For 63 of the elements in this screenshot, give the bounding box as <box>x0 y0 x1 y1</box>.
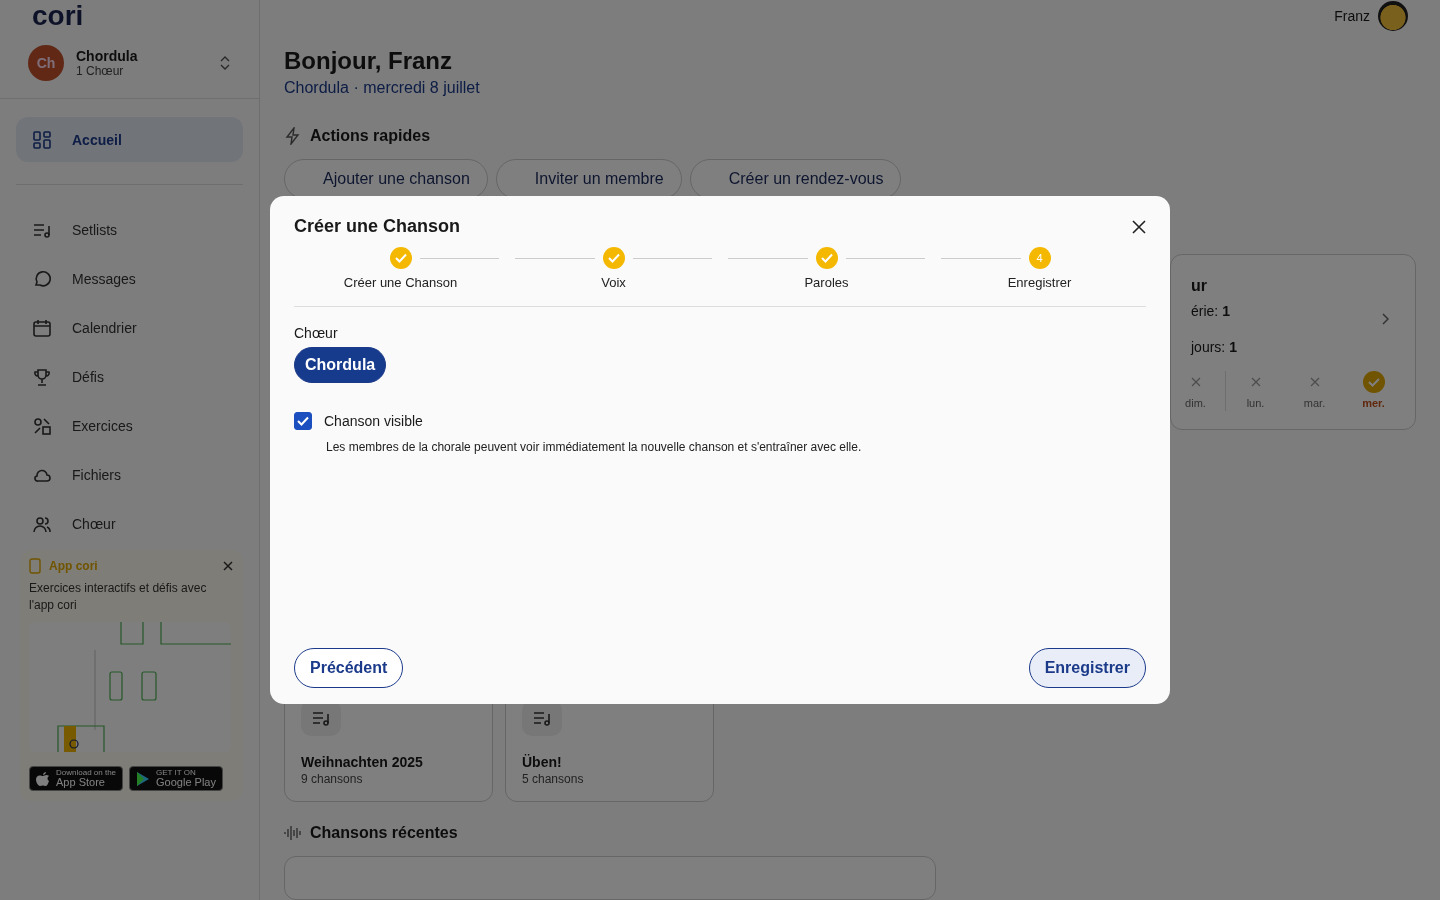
checkbox-label: Chanson visible <box>324 413 423 429</box>
choir-count: 1 Chœur <box>76 64 125 78</box>
google-play-badge[interactable]: GET IT ON Google Play <box>129 766 223 791</box>
streak-card[interactable]: ur érie: 1 jours: 1 dim. lun. mar. mer. <box>1170 253 1416 430</box>
trophy-icon <box>32 366 52 387</box>
checkbox[interactable] <box>294 412 312 430</box>
streak-stat: jours: 1 <box>1191 338 1237 357</box>
checkbox-description: Les membres de la chorale peuvent voir immédiatement la nouvelle chanson et s'entraîner avec elle. <box>326 440 863 454</box>
chat-bubble-icon <box>32 268 52 289</box>
day-label: dim. <box>1185 396 1206 409</box>
nav-item[interactable]: Messages <box>16 256 243 301</box>
day-label: mar. <box>1303 396 1326 409</box>
step-label: Créer une Chanson <box>343 275 458 290</box>
streak-stat: érie: 1 <box>1191 302 1230 321</box>
promo-title: App cori <box>49 559 99 573</box>
day-label: lun. <box>1246 396 1265 409</box>
close-icon[interactable] <box>1132 219 1146 234</box>
step-indicator: 4 <box>1028 247 1051 269</box>
avatar[interactable] <box>1378 1 1408 32</box>
field-label: Chœur <box>294 325 339 341</box>
quick-action-button[interactable]: Inviter un membre <box>495 158 682 199</box>
choir-chip[interactable]: Chordula <box>294 347 387 383</box>
greeting-subtitle: Chordula · mercredi 8 juillet <box>284 78 481 97</box>
logo: cori <box>32 0 84 32</box>
lightning-icon <box>284 126 302 145</box>
nav-item[interactable]: Setlists <box>16 207 243 252</box>
day-label: mer. <box>1362 396 1385 409</box>
nav-item[interactable]: Défis <box>16 354 243 399</box>
previous-button[interactable]: Précédent <box>294 648 404 688</box>
chevron-right-icon <box>1381 312 1389 325</box>
step-label: Paroles <box>804 275 849 290</box>
streak-title: ur <box>1191 276 1207 295</box>
quick-action-button[interactable]: Ajouter une chanson <box>284 158 488 199</box>
app-store-badge[interactable]: Download on the App Store <box>29 766 124 791</box>
nav-item[interactable]: Calendrier <box>16 305 243 350</box>
apple-icon <box>36 770 50 787</box>
user-name: Franz <box>1334 8 1370 25</box>
section-title: Chansons récentes <box>310 823 458 842</box>
promo-text: Exercices interactifs et défis avec l'app cori <box>29 580 208 614</box>
section-title: Actions rapides <box>310 126 431 145</box>
nav-item[interactable]: Chœur <box>16 501 243 546</box>
nav-item[interactable]: Exercices <box>16 403 243 448</box>
play-triangle-icon <box>136 770 151 787</box>
save-button[interactable]: Enregistrer <box>1028 648 1146 688</box>
dialog-title: Créer une Chanson <box>294 216 461 237</box>
setlist-count: 5 chansons <box>522 771 585 786</box>
phone-icon <box>29 558 41 574</box>
step-label: Enregistrer <box>1007 275 1072 290</box>
choir-avatar: Ch <box>28 45 64 81</box>
quick-action-button[interactable]: Créer un rendez-vous <box>689 158 902 199</box>
setlist-name: Weihnachten 2025 <box>301 753 424 770</box>
greeting-title: Bonjour, Franz <box>284 46 453 75</box>
nav-item[interactable]: Fichiers <box>16 452 243 497</box>
step-label: Voix <box>601 275 626 290</box>
calendar-icon <box>32 317 52 338</box>
shapes-icon <box>32 415 52 436</box>
setlist-count: 9 chansons <box>301 771 364 786</box>
setlist-name: Üben! <box>522 753 563 770</box>
nav-item[interactable]: Accueil <box>16 117 243 162</box>
grid-icon <box>32 129 52 150</box>
waveform-icon <box>284 823 302 842</box>
chevron-updown-icon[interactable] <box>219 55 231 71</box>
choir-name: Chordula <box>76 48 139 64</box>
